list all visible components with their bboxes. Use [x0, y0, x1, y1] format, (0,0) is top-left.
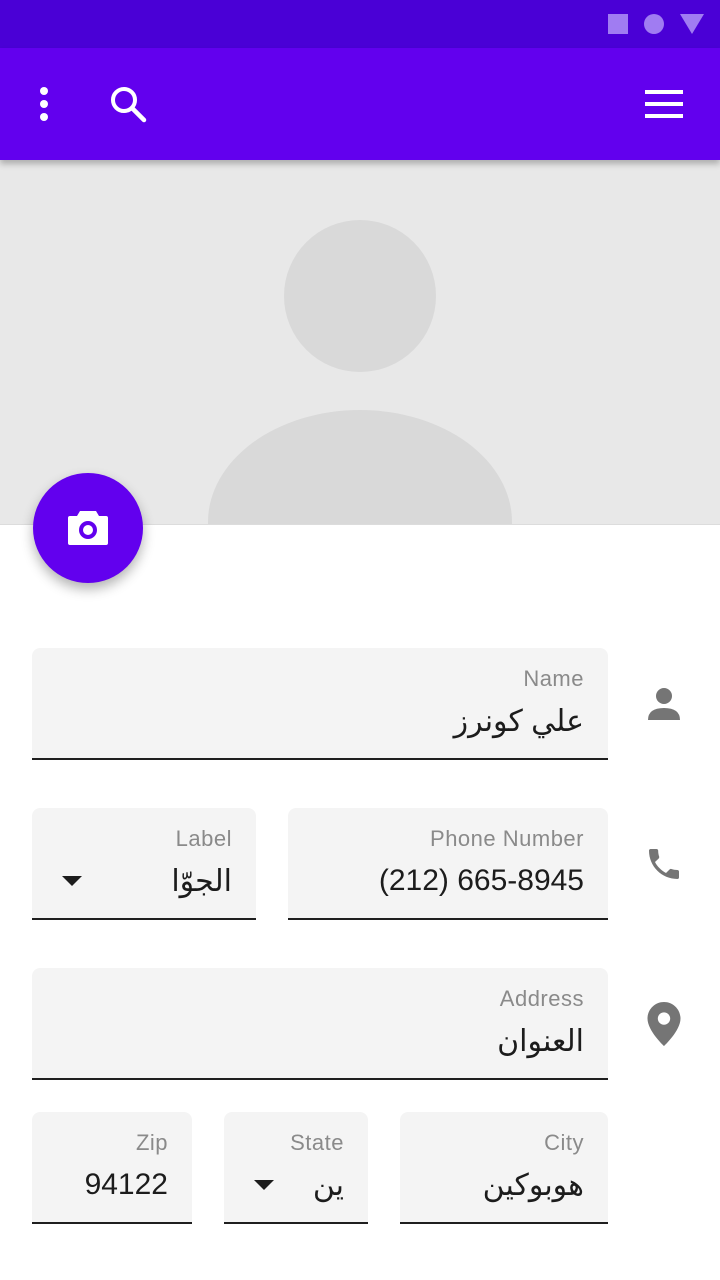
location-pin-icon: [640, 1000, 688, 1048]
recent-apps-icon: [608, 14, 628, 34]
phone-label-label: Label: [175, 826, 232, 851]
address-field[interactable]: Address العنوان: [32, 968, 608, 1080]
home-icon: [644, 14, 664, 34]
name-value: علي كونرز: [453, 705, 584, 738]
name-label: Name: [523, 666, 584, 691]
add-photo-button[interactable]: [33, 473, 143, 583]
city-label: City: [544, 1130, 584, 1155]
avatar-head: [284, 220, 436, 372]
phone-number-label: Phone Number: [430, 826, 584, 851]
city-field[interactable]: City هوبوكين: [400, 1112, 608, 1224]
menu-icon[interactable]: [640, 80, 688, 128]
more-vert-icon[interactable]: [20, 80, 68, 128]
zip-label: Zip: [135, 1130, 168, 1155]
status-icons: [608, 13, 704, 35]
phone-icon: [640, 840, 688, 888]
state-dropdown[interactable]: State ين: [224, 1112, 368, 1224]
address-value: العنوان: [497, 1025, 584, 1058]
phone-number-value: (212) 665-8945: [378, 864, 584, 897]
contact-photo-placeholder: [0, 160, 720, 525]
zip-value: 94122: [84, 1168, 168, 1201]
state-label: State: [290, 1130, 344, 1155]
phone-label-dropdown[interactable]: Label الجوّا: [32, 808, 256, 920]
address-label: Address: [499, 986, 584, 1011]
zip-field[interactable]: Zip 94122: [32, 1112, 192, 1224]
dropdown-arrow-icon: [254, 1180, 274, 1190]
app-bar: [0, 48, 720, 160]
search-icon[interactable]: [104, 80, 152, 128]
phone-number-field[interactable]: Phone Number (212) 665-8945: [288, 808, 608, 920]
dropdown-arrow-icon: [62, 876, 82, 886]
camera-icon: [68, 511, 108, 545]
status-bar: [0, 0, 720, 48]
name-field[interactable]: Name علي كونرز: [32, 648, 608, 760]
avatar-body: [208, 410, 512, 524]
person-icon: [640, 680, 688, 728]
back-icon: [680, 14, 704, 34]
state-value: ين: [312, 1169, 344, 1202]
phone-label-value: الجوّا: [171, 865, 232, 898]
city-value: هوبوكين: [482, 1169, 584, 1202]
